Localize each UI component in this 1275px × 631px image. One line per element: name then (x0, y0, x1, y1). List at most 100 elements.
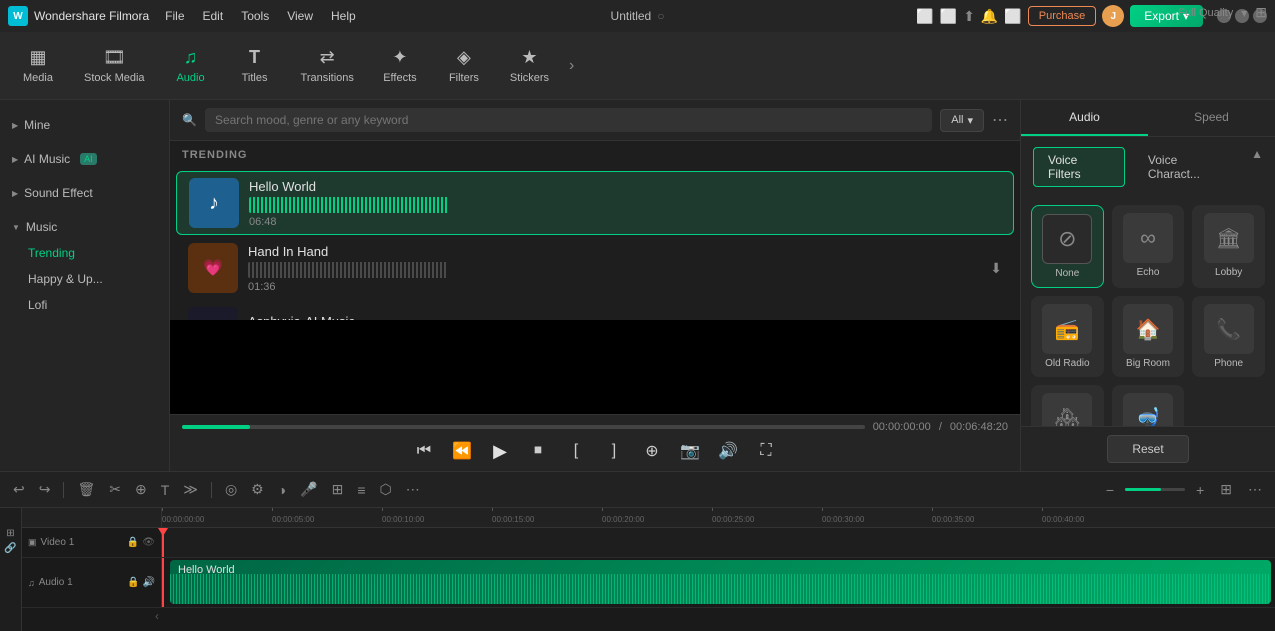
section-music-header[interactable]: ▼ Music (0, 214, 169, 240)
scroll-up-icon[interactable]: ▲ (1251, 147, 1263, 187)
progress-bar[interactable] (182, 425, 865, 429)
music-thumb-icon-2: 💗 (203, 258, 223, 278)
volume-button[interactable]: 🔊 (714, 437, 742, 465)
filter-dropdown[interactable]: All ▾ (940, 109, 984, 132)
vf-tab-voice-filters[interactable]: Voice Filters (1033, 147, 1125, 187)
sidebar-item-happy[interactable]: Happy & Up... (0, 266, 169, 292)
audio-sync-button[interactable]: ⊞ (327, 478, 349, 501)
audio-track-header: ♫ Audio 1 🔒 🔊 (22, 558, 162, 607)
tool-media[interactable]: ▦ Media (8, 41, 68, 90)
effects-icon: ✦ (392, 47, 407, 68)
video-lock-icon[interactable]: 🔒 (127, 537, 139, 548)
vf-item-small-room[interactable]: 🏘 Small R... (1031, 385, 1104, 426)
tool-transitions[interactable]: ⇄ Transitions (289, 41, 366, 90)
zoom-in-button[interactable]: + (1191, 479, 1209, 501)
crop-button[interactable]: ⚙ (246, 478, 269, 501)
stabilize-button[interactable]: ◎ (220, 478, 242, 501)
layout-toggle-button[interactable]: ⊞ (1215, 478, 1237, 501)
section-mine-header[interactable]: ▶ Mine (0, 112, 169, 138)
video-eye-icon[interactable]: 👁 (142, 537, 155, 548)
tool-titles[interactable]: T Titles (225, 41, 285, 90)
audio-mute-icon[interactable]: 🔊 (143, 577, 155, 588)
reset-button[interactable]: Reset (1107, 435, 1188, 463)
cut-button[interactable]: ✂ (104, 478, 126, 501)
more-options-button[interactable]: ⋯ (992, 110, 1008, 130)
video-track-content[interactable] (162, 528, 1275, 557)
track-expand-icon[interactable]: ⊞ (6, 528, 14, 539)
tool-effects[interactable]: ✦ Effects (370, 41, 430, 90)
zoom-slider[interactable] (1125, 488, 1185, 491)
fullscreen-button[interactable]: ⛶ (752, 437, 780, 465)
sidebar-item-lofi[interactable]: Lofi (0, 292, 169, 318)
tool-audio[interactable]: ♫ Audio (161, 41, 221, 90)
more-tools-button[interactable]: ⋯ (401, 478, 425, 501)
toolbar-expand-button[interactable]: › (565, 53, 578, 79)
vf-item-lobby[interactable]: 🏛 Lobby (1192, 205, 1265, 288)
timeline-ruler: 00:00:00:00 00:00:05:00 00:00:10:00 (22, 508, 1275, 528)
vf-item-echo[interactable]: ∞ Echo (1112, 205, 1185, 288)
audio-clip[interactable]: Hello World (170, 560, 1271, 604)
video-track-header: ▣ Video 1 🔒 👁 (22, 528, 162, 557)
tool-filters[interactable]: ◈ Filters (434, 41, 494, 90)
tab-speed[interactable]: Speed (1148, 100, 1275, 136)
mark-out-button[interactable]: ] (600, 437, 628, 465)
skip-back-button[interactable]: ⏮ (410, 437, 438, 465)
ruler-mark-3: 00:00:15:00 (492, 508, 534, 525)
menu-file[interactable]: File (157, 5, 192, 27)
user-avatar[interactable]: J (1102, 5, 1124, 27)
ripple-edit-button[interactable]: ≫ (178, 478, 203, 501)
tool-stickers[interactable]: ★ Stickers (498, 41, 561, 90)
section-sound-effect: ▶ Sound Effect (0, 176, 169, 210)
menu-bar: File Edit Tools View Help (157, 5, 364, 27)
icon-monitor: ⬜ (916, 8, 933, 25)
section-ai-music-header[interactable]: ▶ AI Music AI (0, 146, 169, 172)
tool-stock-media[interactable]: 🎞 Stock Media (72, 41, 157, 90)
speed-ramp-button[interactable]: ≡ (352, 479, 370, 501)
section-mine: ▶ Mine (0, 108, 169, 142)
music-item-asphyxia[interactable]: ♫ Asphyxia-AI Music (176, 301, 1014, 320)
play-button[interactable]: ▶ (486, 437, 514, 465)
delete-button[interactable]: 🗑 (72, 478, 100, 501)
audio-track-row: ♫ Audio 1 🔒 🔊 Hello World (22, 558, 1275, 608)
menu-tools[interactable]: Tools (233, 5, 277, 27)
music-item-hello-world[interactable]: ♪ Hello World 06:48 (176, 171, 1014, 235)
music-title-hand-in-hand: Hand In Hand (248, 244, 980, 259)
add-to-timeline-button[interactable]: ⊕ (638, 437, 666, 465)
vf-item-phone[interactable]: 📞 Phone (1192, 296, 1265, 377)
tab-audio[interactable]: Audio (1021, 100, 1148, 136)
audio-lock-icon[interactable]: 🔒 (127, 577, 139, 588)
vf-item-diving-suit[interactable]: 🤿 Diving S... (1112, 385, 1185, 426)
redo-button[interactable]: ↪ (34, 478, 56, 501)
player-controls: 00:00:00:00 / 00:06:48:20 ⏮ ⏪ ▶ ⏹ [ ] ⊕ … (170, 414, 1020, 471)
stop-button[interactable]: ⏹ (524, 437, 552, 465)
audio-track-content[interactable]: Hello World (162, 558, 1275, 607)
vf-item-none[interactable]: ⊘ None (1031, 205, 1104, 288)
purchase-button[interactable]: Purchase (1028, 6, 1096, 26)
color-button[interactable]: ◑ (273, 479, 291, 501)
sidebar-item-trending[interactable]: Trending (0, 240, 169, 266)
menu-view[interactable]: View (279, 5, 321, 27)
more-timeline-button[interactable]: ⋯ (1243, 478, 1267, 501)
music-thumb-asphyxia: ♫ (188, 307, 238, 320)
search-input[interactable] (205, 108, 932, 132)
section-sound-effect-header[interactable]: ▶ Sound Effect (0, 180, 169, 206)
mark-in-button[interactable]: [ (562, 437, 590, 465)
audio-detach-button[interactable]: ⊕ (130, 478, 152, 501)
snapshot-button[interactable]: 📷 (676, 437, 704, 465)
menu-edit[interactable]: Edit (195, 5, 232, 27)
vf-item-old-radio[interactable]: 📻 Old Radio (1031, 296, 1104, 377)
menu-help[interactable]: Help (323, 5, 364, 27)
vf-item-big-room[interactable]: 🏠 Big Room (1112, 296, 1185, 377)
track-link-icon[interactable]: 🔗 (4, 543, 16, 554)
vf-tab-voice-character[interactable]: Voice Charact... (1133, 147, 1243, 187)
ruler-spacer (22, 508, 162, 527)
text-button[interactable]: T (156, 479, 175, 501)
ruler-mark-6: 00:00:30:00 (822, 508, 864, 525)
undo-button[interactable]: ↩ (8, 478, 30, 501)
music-item-hand-in-hand[interactable]: 💗 Hand In Hand 01:36 ⬇ (176, 237, 1014, 299)
mic-button[interactable]: 🎤 (295, 478, 322, 501)
download-icon[interactable]: ⬇ (990, 260, 1002, 277)
ai-tools-button[interactable]: ⬡ (375, 478, 397, 501)
zoom-out-button[interactable]: − (1101, 479, 1119, 501)
frame-back-button[interactable]: ⏪ (448, 437, 476, 465)
